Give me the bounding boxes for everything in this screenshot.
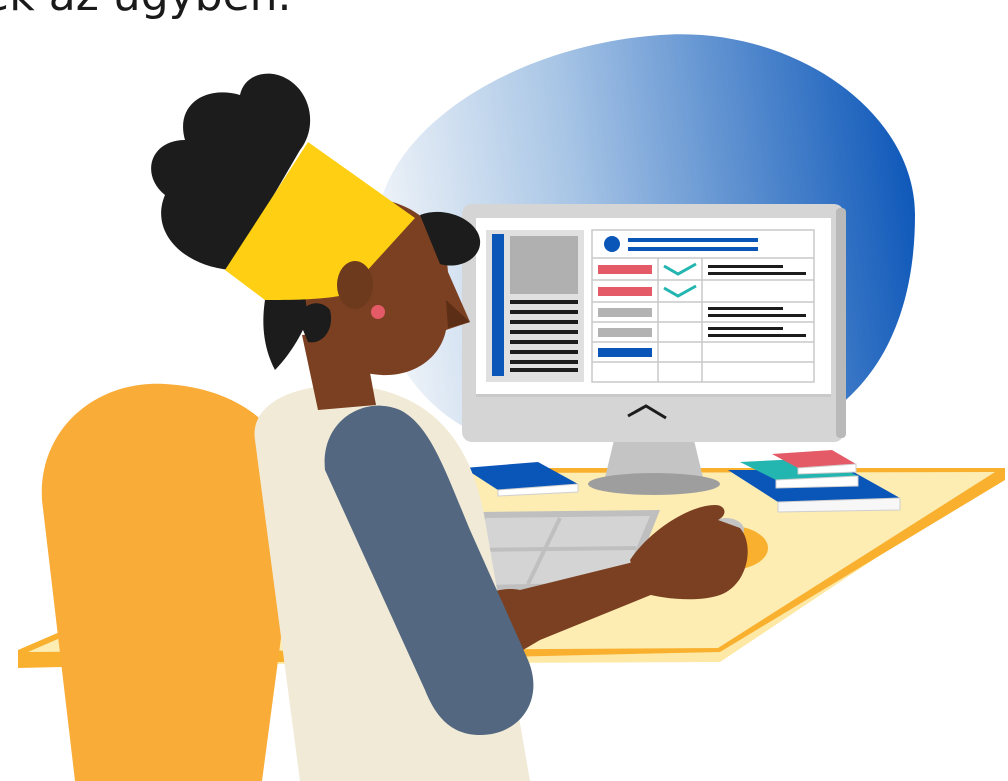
monitor-stand [588, 440, 720, 495]
screen-table [591, 229, 815, 383]
illustration [18, 34, 1005, 781]
ear [337, 261, 373, 309]
profile-header-icon [604, 236, 620, 252]
monitor [462, 204, 846, 442]
earring [371, 305, 385, 319]
